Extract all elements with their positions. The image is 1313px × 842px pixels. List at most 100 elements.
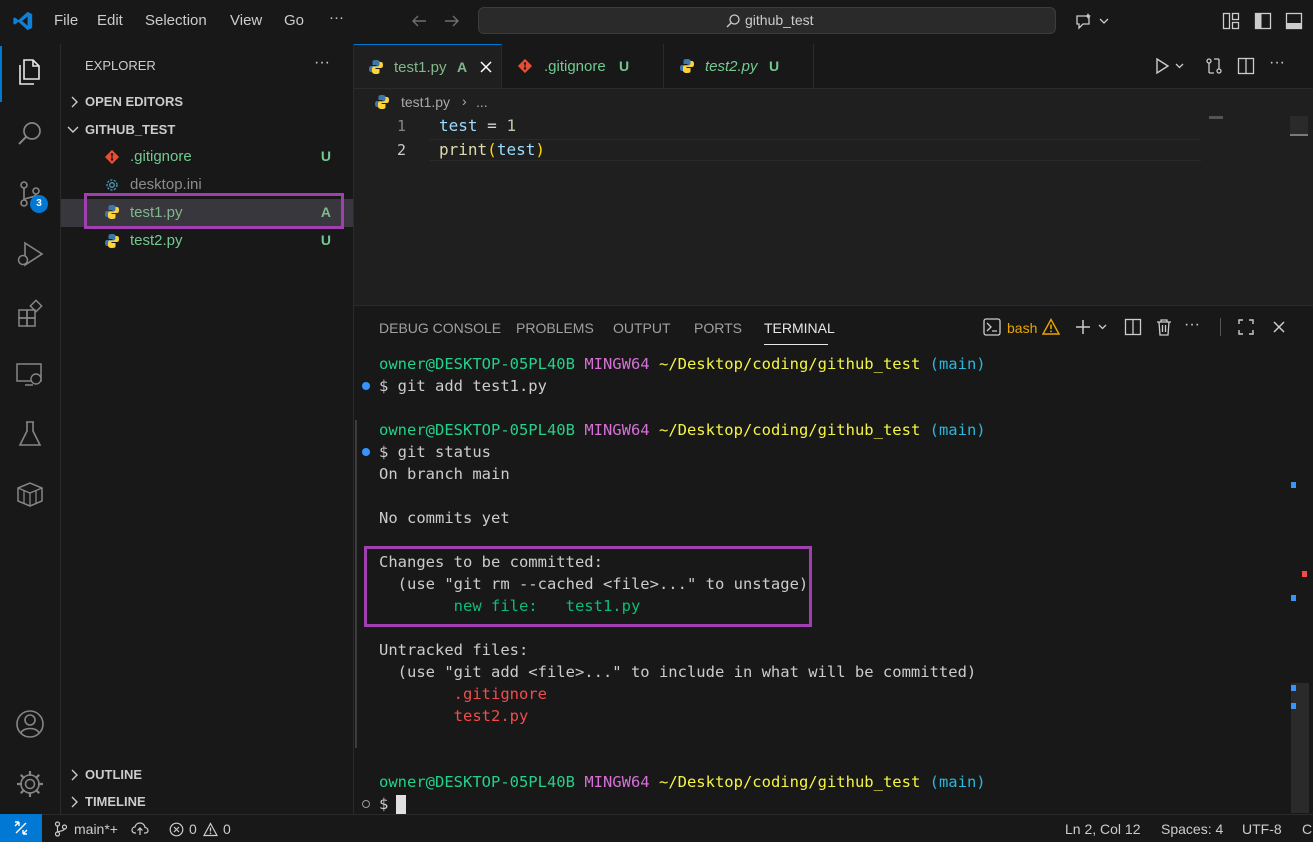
minimap[interactable] bbox=[1209, 116, 1223, 119]
settings-gear-icon[interactable] bbox=[14, 768, 46, 800]
tab-output[interactable]: OUTPUT bbox=[613, 320, 671, 336]
trash-icon[interactable] bbox=[1155, 318, 1173, 336]
terminal-input-line[interactable]: $ bbox=[379, 795, 398, 813]
code-number: 1 bbox=[506, 116, 517, 135]
menu-file[interactable]: File bbox=[54, 12, 78, 29]
menu-view[interactable]: View bbox=[230, 12, 262, 29]
tab-terminal[interactable]: TERMINAL bbox=[764, 320, 835, 336]
run-icon[interactable] bbox=[1154, 57, 1184, 75]
scroll-marker bbox=[1291, 703, 1296, 709]
testing-icon[interactable] bbox=[14, 418, 46, 450]
tab-test2[interactable]: test2.py U bbox=[664, 44, 814, 88]
close-icon[interactable] bbox=[479, 60, 493, 74]
scroll-marker bbox=[1302, 571, 1307, 577]
maximize-panel-icon[interactable] bbox=[1237, 318, 1255, 336]
terminal-prompt: owner@DESKTOP-05PL40B MINGW64 ~/Desktop/… bbox=[379, 421, 986, 439]
python-icon bbox=[679, 58, 695, 74]
toggle-sidebar-icon[interactable] bbox=[1254, 12, 1272, 30]
terminal-output: On branch main bbox=[379, 465, 510, 483]
prompt-env: MINGW64 bbox=[584, 355, 650, 373]
tab-debug-console[interactable]: DEBUG CONSOLE bbox=[379, 320, 501, 336]
tab-test1[interactable]: test1.py A bbox=[354, 44, 502, 88]
explorer-more-button[interactable]: ··· bbox=[314, 54, 330, 72]
compare-changes-icon[interactable] bbox=[1205, 57, 1223, 75]
sync-cloud-icon[interactable] bbox=[131, 821, 149, 837]
code-line-2[interactable]: print(test) bbox=[439, 140, 545, 159]
terminal-shell-name[interactable]: bash bbox=[1007, 320, 1037, 336]
code-line-1[interactable]: test = 1 bbox=[439, 116, 516, 135]
timeline-section[interactable]: TIMELINE bbox=[85, 794, 146, 809]
toggle-panel-icon[interactable] bbox=[1285, 12, 1303, 30]
extensions-icon[interactable] bbox=[14, 298, 46, 330]
explorer-title: EXPLORER bbox=[85, 58, 156, 73]
accounts-icon[interactable] bbox=[14, 708, 46, 740]
customize-layout-icon[interactable] bbox=[1222, 12, 1240, 30]
split-editor-icon[interactable] bbox=[1237, 57, 1255, 75]
remote-indicator[interactable] bbox=[0, 814, 42, 842]
terminal-output: No commits yet bbox=[379, 509, 510, 527]
search-icon[interactable] bbox=[14, 118, 46, 150]
line-number: 1 bbox=[397, 117, 407, 135]
run-debug-icon[interactable] bbox=[14, 238, 46, 270]
tab-ports[interactable]: PORTS bbox=[694, 320, 742, 336]
menu-more[interactable]: ··· bbox=[329, 9, 344, 26]
warning-count[interactable]: 0 bbox=[223, 821, 231, 837]
cursor-position[interactable]: Ln 2, Col 12 bbox=[1065, 821, 1141, 837]
explorer-icon[interactable] bbox=[14, 56, 46, 88]
panel-more-button[interactable]: ··· bbox=[1184, 316, 1200, 334]
chevron-down-icon[interactable] bbox=[67, 124, 79, 134]
tab-problems[interactable]: PROBLEMS bbox=[516, 320, 594, 336]
prompt-path: ~/Desktop/coding/github_test bbox=[658, 773, 921, 791]
editor-more-button[interactable]: ··· bbox=[1269, 54, 1285, 72]
tab-status: A bbox=[457, 59, 468, 75]
command-success-dot[interactable] bbox=[362, 382, 370, 390]
folder-github-test[interactable]: GITHUB_TEST bbox=[85, 122, 175, 137]
encoding[interactable]: UTF-8 bbox=[1242, 821, 1282, 837]
menu-selection[interactable]: Selection bbox=[145, 12, 207, 29]
toolbar-divider bbox=[1220, 318, 1221, 336]
breadcrumb-file[interactable]: test1.py bbox=[401, 94, 450, 110]
end-of-line[interactable]: CI bbox=[1302, 821, 1313, 837]
search-icon bbox=[725, 13, 741, 29]
file-row-gitignore[interactable]: .gitignore U bbox=[61, 144, 353, 170]
outline-section[interactable]: OUTLINE bbox=[85, 767, 142, 782]
file-name: desktop.ini bbox=[130, 176, 202, 193]
tab-gitignore[interactable]: .gitignore U bbox=[502, 44, 664, 88]
command-success-dot[interactable] bbox=[362, 448, 370, 456]
containers-icon[interactable] bbox=[14, 478, 46, 510]
tab-label: test2.py bbox=[705, 58, 758, 75]
command-pending-dot[interactable] bbox=[362, 800, 370, 808]
close-panel-icon[interactable] bbox=[1271, 319, 1287, 335]
menu-go[interactable]: Go bbox=[284, 12, 304, 29]
remote-explorer-icon[interactable] bbox=[14, 358, 46, 390]
highlight-annotation-box bbox=[84, 193, 344, 229]
code-operator: = bbox=[477, 116, 507, 135]
error-count[interactable]: 0 bbox=[189, 821, 197, 837]
file-row-test2[interactable]: test2.py U bbox=[61, 228, 353, 254]
gear-icon bbox=[104, 177, 120, 193]
chevron-right-icon[interactable] bbox=[69, 769, 79, 781]
open-editors-section[interactable]: OPEN EDITORS bbox=[85, 94, 183, 109]
back-arrow-icon[interactable] bbox=[410, 12, 428, 30]
git-status-badge: U bbox=[320, 232, 331, 248]
error-icon[interactable] bbox=[169, 822, 184, 837]
command-center-search[interactable]: github_test bbox=[478, 7, 1056, 34]
terminal-output: Untracked files: bbox=[379, 641, 529, 659]
chevron-right-icon[interactable] bbox=[69, 96, 79, 108]
editor-scrollbar[interactable] bbox=[1290, 116, 1308, 136]
prompt-env: MINGW64 bbox=[584, 773, 650, 791]
branch-name[interactable]: main*+ bbox=[74, 821, 118, 837]
indentation[interactable]: Spaces: 4 bbox=[1161, 821, 1223, 837]
warning-icon[interactable] bbox=[203, 822, 218, 837]
breadcrumb-more[interactable]: ... bbox=[476, 94, 488, 110]
tab-status: U bbox=[619, 58, 630, 74]
copilot-icon[interactable] bbox=[1074, 11, 1110, 31]
code-paren: ) bbox=[535, 140, 545, 159]
chevron-right-icon[interactable] bbox=[69, 796, 79, 808]
menu-edit[interactable]: Edit bbox=[97, 12, 123, 29]
status-bar: main*+ 0 0 Ln 2, Col 12 Spaces: 4 UTF-8 … bbox=[0, 814, 1313, 842]
prompt-branch: (main) bbox=[929, 421, 986, 439]
split-terminal-icon[interactable] bbox=[1124, 318, 1142, 336]
new-terminal-icon[interactable] bbox=[1074, 318, 1110, 336]
forward-arrow-icon[interactable] bbox=[443, 12, 461, 30]
